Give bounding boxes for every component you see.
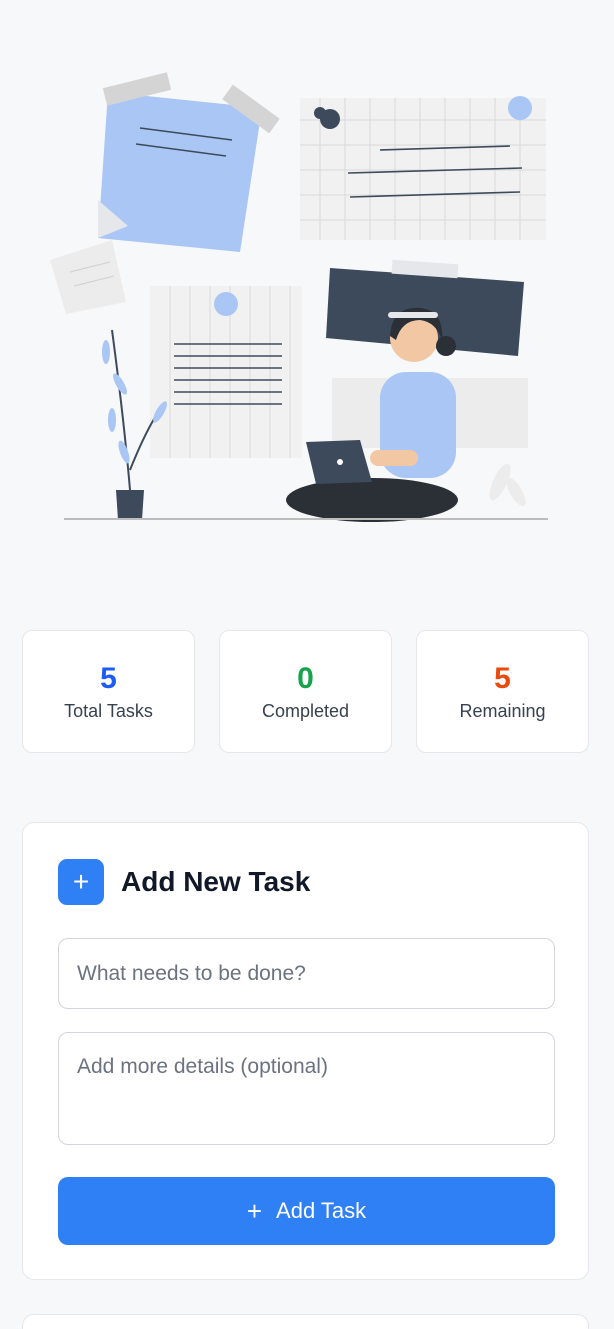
remaining-value: 5 (494, 662, 511, 695)
small-plant-illustration (489, 463, 526, 507)
add-task-button[interactable]: + Add Task (58, 1177, 555, 1245)
task-description-input[interactable] (58, 1032, 555, 1145)
add-task-card: + Add New Task + Add Task (22, 822, 589, 1280)
task-list-card (22, 1314, 589, 1329)
plus-icon: + (246, 1196, 263, 1226)
stat-card-completed: 0 Completed (219, 630, 392, 753)
plus-icon: + (58, 859, 104, 905)
total-tasks-label: Total Tasks (64, 701, 153, 721)
task-title-input[interactable] (58, 938, 555, 1009)
stats-row: 5 Total Tasks 0 Completed 5 Remaining (22, 630, 589, 753)
completed-label: Completed (261, 701, 350, 721)
grid-paper-illustration (300, 96, 546, 240)
add-task-header: + Add New Task (58, 859, 310, 905)
notebook-illustration (150, 286, 302, 458)
stat-card-total: 5 Total Tasks (22, 630, 195, 753)
sticky-note-illustration (98, 72, 280, 252)
app-page: 5 Total Tasks 0 Completed 5 Remaining + … (0, 0, 614, 1329)
add-task-button-label: Add Task (276, 1198, 367, 1223)
stat-card-remaining: 5 Remaining (416, 630, 589, 753)
remaining-label: Remaining (459, 701, 546, 721)
total-tasks-value: 5 (100, 662, 117, 695)
hero-illustration (0, 0, 614, 600)
completed-value: 0 (297, 662, 314, 695)
add-task-title: Add New Task (121, 866, 311, 897)
small-paper-illustration (50, 240, 126, 314)
